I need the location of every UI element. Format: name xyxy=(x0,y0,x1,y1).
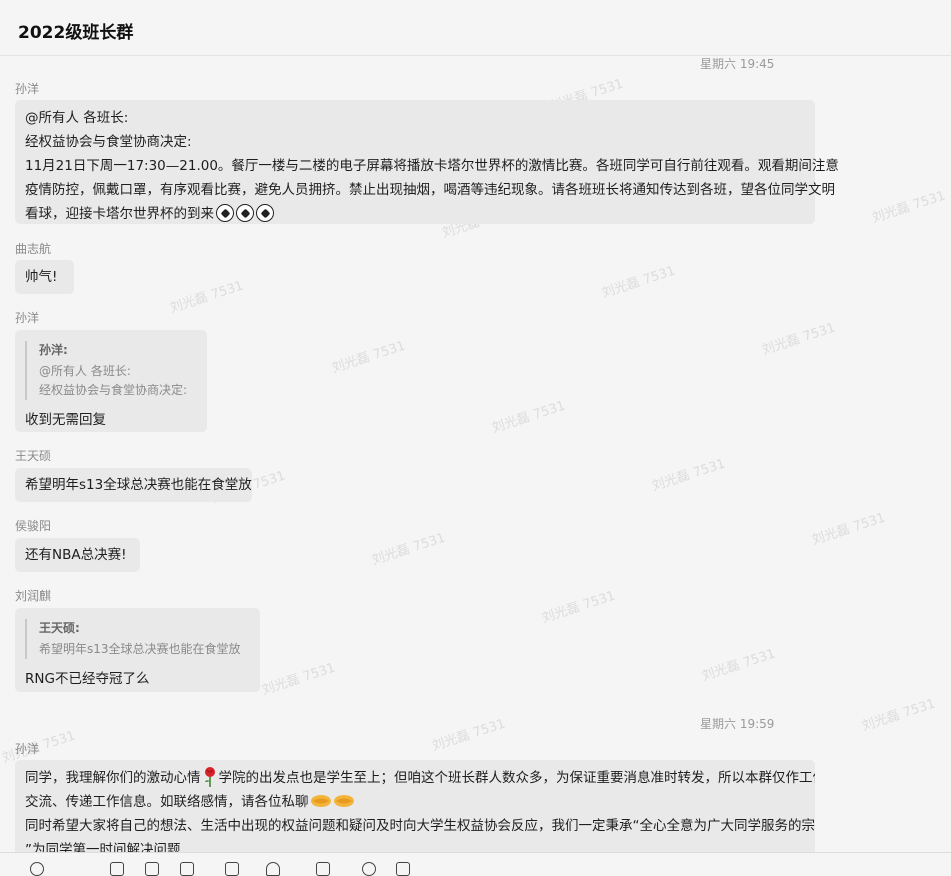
input-toolbar xyxy=(0,852,951,876)
message-text: 看球，迎接卡塔尔世界杯的到来 xyxy=(25,206,214,222)
message-bubble[interactable]: 同学，我理解你们的激动心情 学院的出发点也是学生至上；但咱这个班长群人数众多，为保… xyxy=(15,760,815,856)
screen-icon[interactable] xyxy=(316,862,330,876)
sender-name: 王天硕 xyxy=(15,449,52,463)
quoted-message[interactable]: 孙洋: @所有人 各班长: 经权益协会与食堂协商决定: xyxy=(25,341,197,400)
message-text: 帅气! xyxy=(25,269,58,285)
emoji-icon[interactable] xyxy=(30,862,44,876)
image-icon[interactable] xyxy=(145,862,159,876)
message-line: 同学，我理解你们的激动心情 学院的出发点也是学生至上；但咱这个班长群人数众多，为保… xyxy=(25,766,815,790)
message-bubble[interactable]: 帅气! xyxy=(15,260,74,294)
message-text: 还有NBA总决赛! xyxy=(25,547,127,563)
watermark: 刘光磊 7531 xyxy=(330,338,408,377)
message-line: 经权益协会与食堂协商决定: xyxy=(25,134,192,150)
clock-icon[interactable] xyxy=(362,862,376,876)
message-text: RNG不已经夺冠了么 xyxy=(25,671,150,687)
message-bubble[interactable]: 还有NBA总决赛! xyxy=(15,538,140,572)
sender-name: 孙洋 xyxy=(15,82,40,96)
watermark: 刘光磊 7531 xyxy=(168,278,246,317)
message-line: 同时希望大家将自己的想法、生活中出现的权益问题和疑问及时向大学生权益协会反应，我… xyxy=(25,818,815,834)
watermark: 刘光磊 7531 xyxy=(810,510,888,549)
quoted-sender: 王天硕: xyxy=(39,621,80,635)
message-list[interactable]: 刘光磊 7531 刘光磊 7531 刘光磊 7531 刘光磊 7531 刘光磊 … xyxy=(0,56,951,856)
bell-icon[interactable] xyxy=(266,862,280,876)
message-line: @所有人 各班长: xyxy=(25,110,129,126)
message-text: 同学，我理解你们的激动心情 xyxy=(25,770,201,786)
quoted-message[interactable]: 王天硕: 希望明年s13全球总决赛也能在食堂放 xyxy=(25,619,250,659)
sender-name: 侯骏阳 xyxy=(15,519,52,533)
watermark: 刘光磊 7531 xyxy=(490,398,568,437)
watermark: 刘光磊 7531 xyxy=(650,456,728,495)
soccer-ball-icon xyxy=(256,204,274,222)
handshake-icon xyxy=(333,795,354,807)
watermark: 刘光磊 7531 xyxy=(430,716,508,755)
calendar-icon[interactable] xyxy=(180,862,194,876)
message-text: 收到无需回复 xyxy=(25,412,106,428)
sender-name: 曲志航 xyxy=(15,242,52,256)
watermark: 刘光磊 7531 xyxy=(540,588,618,627)
rose-icon xyxy=(204,767,215,787)
timestamp: 星期六 19:59 xyxy=(700,717,775,731)
sender-name: 孙洋 xyxy=(15,742,40,756)
sender-name: 刘润麒 xyxy=(15,589,52,603)
handshake-icon xyxy=(310,795,331,807)
message-bubble[interactable]: 孙洋: @所有人 各班长: 经权益协会与食堂协商决定: 收到无需回复 xyxy=(15,330,207,432)
sender-name: 孙洋 xyxy=(15,311,40,325)
watermark: 刘光磊 7531 xyxy=(600,263,678,302)
watermark: 刘光磊 7531 xyxy=(870,188,948,227)
more-icon[interactable] xyxy=(396,862,410,876)
message-line: 交流、传递工作信息。如联络感情，请各位私聊 xyxy=(25,790,805,814)
soccer-ball-icon xyxy=(236,204,254,222)
message-text: 希望明年s13全球总决赛也能在食堂放 xyxy=(25,477,252,493)
message-line: 看球，迎接卡塔尔世界杯的到来 xyxy=(25,202,805,226)
message-bubble[interactable]: 王天硕: 希望明年s13全球总决赛也能在食堂放 RNG不已经夺冠了么 xyxy=(15,608,260,692)
message-line: 11月21日下周一17:30—21.00。餐厅一楼与二楼的电子屏幕将播放卡塔尔世… xyxy=(25,158,839,174)
watermark: 刘光磊 7531 xyxy=(760,320,838,359)
quoted-line: 经权益协会与食堂协商决定: xyxy=(39,383,188,397)
watermark: 刘光磊 7531 xyxy=(370,530,448,569)
quoted-sender: 孙洋: xyxy=(39,343,68,357)
soccer-ball-icon xyxy=(216,204,234,222)
message-bubble[interactable]: 希望明年s13全球总决赛也能在食堂放 xyxy=(15,468,252,502)
message-text: 交流、传递工作信息。如联络感情，请各位私聊 xyxy=(25,794,309,810)
quoted-line: @所有人 各班长: xyxy=(39,364,131,378)
message-text: 学院的出发点也是学生至上；但咱这个班长群人数众多，为保证重要消息准时转发，所以本… xyxy=(218,770,816,786)
file-icon[interactable] xyxy=(110,862,124,876)
group-title: 2022级班长群 xyxy=(18,23,134,43)
scissors-icon[interactable] xyxy=(66,862,80,876)
folder-icon[interactable] xyxy=(225,862,239,876)
watermark: 刘光磊 7531 xyxy=(260,660,338,699)
quoted-line: 希望明年s13全球总决赛也能在食堂放 xyxy=(39,642,241,656)
chat-header: 2022级班长群 xyxy=(0,0,951,56)
watermark: 刘光磊 7531 xyxy=(860,696,938,735)
watermark: 刘光磊 7531 xyxy=(700,646,778,685)
timestamp: 星期六 19:45 xyxy=(700,57,775,71)
message-bubble[interactable]: @所有人 各班长: 经权益协会与食堂协商决定: 11月21日下周一17:30—2… xyxy=(15,100,839,226)
message-line: 疫情防控，佩戴口罩，有序观看比赛，避免人员拥挤。禁止出现抽烟，喝酒等违纪现象。请… xyxy=(25,182,835,198)
